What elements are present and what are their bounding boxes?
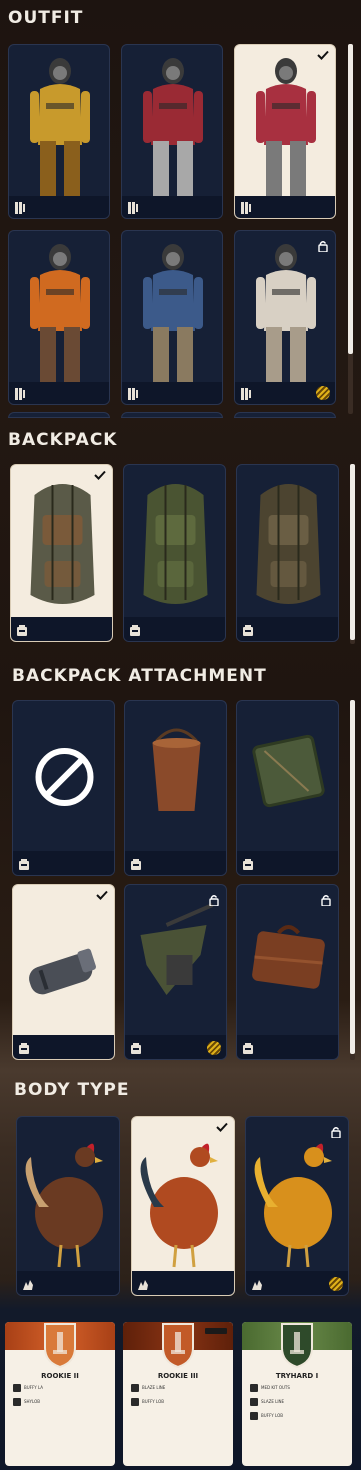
rank-shield-icon [42, 1322, 78, 1369]
rank-card[interactable]: TRYHARD I MED KIT OUTS SLAZE LINE BUFFY LOB [242, 1322, 352, 1466]
backpack-icon [129, 857, 143, 871]
outfit-icon [13, 386, 27, 400]
outfit-orange-worker-card[interactable] [8, 230, 110, 405]
backpack-olive-rucksack-image [237, 465, 338, 623]
check-icon [317, 49, 329, 64]
rank-shield-icon [160, 1322, 196, 1369]
requirement-text: BUFFY LOB [142, 1399, 164, 1404]
attachment-section-title: BACKPACK ATTACHMENT [12, 666, 267, 686]
body-golden-rooster-image [246, 1117, 348, 1277]
outfit-scrollbar[interactable] [348, 44, 353, 354]
requirement-text: BUFFY LA [24, 1385, 44, 1390]
outfit-yellow-hazmat-image [9, 45, 109, 205]
outfit-blue-overalls-image [122, 231, 222, 391]
check-icon [94, 469, 106, 484]
backpack-icon [129, 1041, 143, 1055]
outfit-icon [126, 200, 140, 214]
body-red-rooster-card[interactable] [131, 1116, 235, 1296]
lock-icon [209, 891, 219, 907]
body-golden-rooster-card[interactable] [245, 1116, 349, 1296]
rank-name: ROOKIE II [41, 1372, 79, 1380]
outfit-icon [239, 386, 253, 400]
backpack-icon [241, 857, 255, 871]
attachment-scrollbar[interactable] [350, 700, 355, 1054]
outfit-red-grey-image [235, 45, 335, 205]
rank-card[interactable]: ROOKIE II BUFFY LA SHYLOB [5, 1322, 115, 1466]
rank-card[interactable]: ROOKIE III BLAZE LINE BUFFY LOB [123, 1322, 233, 1466]
outfit-yellow-hazmat-card[interactable] [8, 44, 110, 219]
attachment-green-box-card[interactable] [236, 700, 339, 876]
requirement-text: SLAZE LINE [261, 1399, 285, 1404]
outfit-astronaut-image [235, 231, 335, 391]
requirement-icon [250, 1384, 258, 1392]
rank-name: ROOKIE III [157, 1372, 199, 1380]
attachment-bucket-image [125, 701, 226, 857]
outfit-astronaut-card[interactable] [234, 230, 336, 405]
attachment-suitcase-image [237, 885, 338, 1041]
backpack-icon [128, 623, 142, 637]
coin-icon [329, 1277, 343, 1291]
chicken-icon [250, 1277, 264, 1291]
rank-name: TRYHARD I [275, 1372, 319, 1380]
attachment-green-box-image [237, 701, 338, 857]
lock-icon [318, 237, 328, 253]
requirement-text: MED KIT OUTS [261, 1385, 290, 1390]
requirement-icon [13, 1398, 21, 1406]
check-icon [96, 889, 108, 904]
backpack-olive-rucksack-card[interactable] [236, 464, 339, 642]
requirement-icon [131, 1398, 139, 1406]
backpack-icon [17, 857, 31, 871]
attachment-canister-image [13, 885, 114, 1041]
outfit-icon [126, 386, 140, 400]
outfit-red-harness-image [122, 45, 222, 205]
coin-icon [316, 386, 330, 400]
attachment-none-card[interactable] [12, 700, 115, 876]
outfit-red-grey-card[interactable] [234, 44, 336, 219]
outfit-card-peek [234, 412, 336, 418]
chicken-icon [21, 1277, 35, 1291]
outfit-card-peek [8, 412, 110, 418]
outfit-card-peek [121, 412, 223, 418]
backpack-green-rucksack-card[interactable] [123, 464, 226, 642]
requirement-icon [131, 1384, 139, 1392]
check-icon [216, 1121, 228, 1136]
lock-icon [331, 1123, 341, 1139]
rank-tag [205, 1328, 227, 1334]
backpack-icon [241, 1041, 255, 1055]
requirement-text: SHYLOB [24, 1399, 40, 1404]
lock-icon [321, 891, 331, 907]
attachment-canister-card[interactable] [12, 884, 115, 1060]
outfit-section-title: OUTFIT [8, 8, 84, 28]
requirement-icon [250, 1412, 258, 1420]
outfit-orange-worker-image [9, 231, 109, 391]
backpack-icon [17, 1041, 31, 1055]
body-brown-chicken-card[interactable] [16, 1116, 120, 1296]
attachment-bucket-card[interactable] [124, 700, 227, 876]
backpack-icon [15, 623, 29, 637]
rank-shield-icon [279, 1322, 315, 1369]
outfit-icon [13, 200, 27, 214]
backpack-icon [241, 623, 255, 637]
outfit-blue-overalls-card[interactable] [121, 230, 223, 405]
requirement-text: BLAZE LINE [142, 1385, 166, 1390]
body-red-rooster-image [132, 1117, 234, 1277]
requirement-text: BUFFY LOB [261, 1413, 283, 1418]
backpack-radio-pack-image [11, 465, 112, 623]
body-type-section-title: BODY TYPE [14, 1080, 130, 1100]
backpack-green-rucksack-image [124, 465, 225, 623]
outfit-red-harness-card[interactable] [121, 44, 223, 219]
backpack-radio-pack-card[interactable] [10, 464, 113, 642]
coin-icon [207, 1041, 221, 1055]
requirement-icon [13, 1384, 21, 1392]
attachment-tarp-bundle-card[interactable] [124, 884, 227, 1060]
backpack-scrollbar[interactable] [350, 464, 355, 640]
chicken-icon [136, 1277, 150, 1291]
attachment-tarp-bundle-image [125, 885, 226, 1041]
outfit-icon [239, 200, 253, 214]
attachment-suitcase-card[interactable] [236, 884, 339, 1060]
backpack-section-title: BACKPACK [8, 430, 118, 450]
attachment-none-image [13, 701, 114, 857]
requirement-icon [250, 1398, 258, 1406]
body-brown-chicken-image [17, 1117, 119, 1277]
